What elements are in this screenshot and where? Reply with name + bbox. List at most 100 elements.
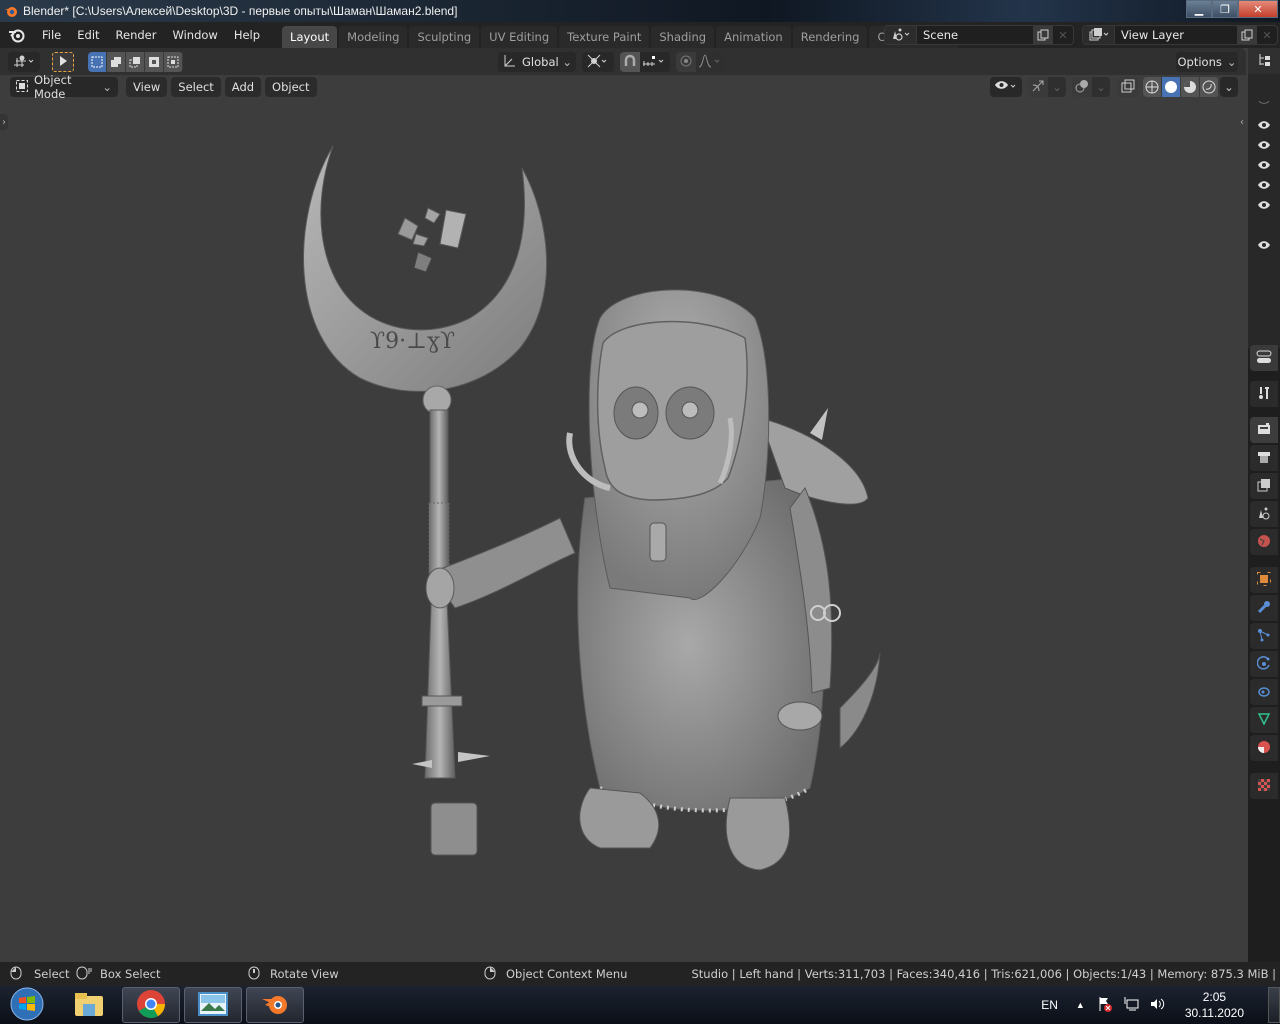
tab-data-properties[interactable] (1250, 707, 1278, 733)
taskbar-photo-viewer[interactable] (184, 987, 242, 1023)
show-desktop-button[interactable] (1268, 987, 1280, 1023)
tab-sculpting[interactable]: Sculpting (409, 26, 480, 48)
shading-wireframe[interactable] (1143, 77, 1162, 97)
tab-constraint-properties[interactable] (1250, 679, 1278, 705)
tab-object-properties[interactable] (1250, 567, 1278, 593)
menu-render[interactable]: Render (108, 28, 165, 42)
tab-rendering[interactable]: Rendering (792, 26, 868, 48)
visibility-toggle-1[interactable] (1248, 116, 1280, 136)
menu-add[interactable]: Add (224, 77, 262, 97)
select-mode-difference[interactable] (145, 52, 164, 72)
restore-button[interactable]: ❐ (1212, 0, 1238, 18)
select-mode-subtract[interactable] (126, 52, 145, 72)
shading-material-preview[interactable] (1181, 77, 1200, 97)
menu-select[interactable]: Select (171, 77, 221, 97)
tab-texture-properties[interactable] (1250, 773, 1278, 799)
view-layer-name-field[interactable]: View Layer (1115, 28, 1237, 42)
object-mode-dropdown[interactable]: Object Mode ⌄ (10, 73, 118, 101)
overlay-toggle[interactable] (1072, 77, 1092, 97)
pivot-point-dropdown[interactable] (582, 52, 614, 72)
window-titlebar: Blender* [C:\Users\Алексей\Desktop\3D - … (0, 0, 1280, 22)
select-mode-intersect[interactable] (164, 52, 183, 72)
3d-viewport[interactable]: ϒ9·⊥ɣϒ Global ⌄ Options ⌄ Object Mode ⌄ … (0, 48, 1246, 962)
xray-toggle[interactable] (1118, 77, 1138, 97)
select-mode-set[interactable] (88, 52, 107, 72)
tab-uv-editing[interactable]: UV Editing (481, 26, 558, 48)
menu-view[interactable]: View (126, 77, 168, 97)
options-dropdown[interactable]: Options ⌄ (1176, 52, 1238, 72)
new-view-layer-button[interactable] (1237, 26, 1257, 44)
taskbar-chrome[interactable] (122, 987, 180, 1023)
language-indicator[interactable]: EN (1041, 998, 1058, 1012)
visibility-dropdown[interactable] (990, 77, 1022, 97)
outliner-narrow: ︶ (1248, 48, 1280, 348)
tab-output-properties[interactable] (1250, 445, 1278, 471)
tab-texture-paint[interactable]: Texture Paint (559, 26, 650, 48)
tab-particle-properties[interactable] (1250, 623, 1278, 649)
new-scene-button[interactable] (1033, 26, 1053, 44)
minimize-button[interactable]: ▁ (1186, 0, 1212, 18)
menu-window[interactable]: Window (164, 28, 225, 42)
tab-tool-properties[interactable] (1250, 381, 1278, 407)
falloff-dropdown[interactable] (696, 52, 726, 72)
visibility-toggle-4[interactable] (1248, 176, 1280, 196)
delete-view-layer-button[interactable]: ✕ (1257, 26, 1277, 44)
volume-icon[interactable] (1149, 996, 1165, 1015)
tab-layout[interactable]: Layout (282, 26, 338, 48)
action-center-icon[interactable] (1097, 996, 1113, 1015)
transform-orientation-dropdown[interactable]: Global ⌄ (498, 52, 576, 72)
blender-menu-icon[interactable] (0, 27, 34, 43)
tab-world-properties[interactable] (1250, 529, 1278, 555)
view-layer-selector: View Layer ✕ (1082, 25, 1278, 45)
scene-name-field[interactable]: Scene (917, 28, 1033, 42)
menu-file[interactable]: File (34, 28, 69, 42)
sidebar-expand-arrow[interactable]: ‹ (1238, 114, 1246, 130)
visibility-toggle-3[interactable] (1248, 156, 1280, 176)
taskbar-explorer[interactable] (60, 987, 118, 1023)
close-button[interactable]: ✕ (1238, 0, 1278, 18)
viewport-menus: View Select Add Object (122, 77, 317, 97)
properties-editor-type-button[interactable] (1250, 345, 1278, 371)
tab-shading[interactable]: Shading (651, 26, 715, 48)
scene-selector: Scene ✕ (884, 25, 1074, 45)
tab-render-properties[interactable] (1250, 417, 1278, 443)
show-hidden-icons[interactable]: ▲ (1076, 1000, 1085, 1010)
overlay-dropdown[interactable]: ⌄ (1092, 77, 1110, 97)
shading-options-dropdown[interactable]: ⌄ (1220, 77, 1238, 97)
tab-animation[interactable]: Animation (716, 26, 791, 48)
tab-material-properties[interactable] (1250, 735, 1278, 761)
collapse-icon[interactable]: ︶ (1248, 96, 1280, 116)
constraint-icon (1257, 684, 1271, 701)
clock[interactable]: 2:05 30.11.2020 (1185, 989, 1244, 1021)
tab-modeling[interactable]: Modeling (339, 26, 408, 48)
select-mode-extend[interactable] (107, 52, 126, 72)
shading-rendered[interactable] (1200, 77, 1219, 97)
editor-type-button[interactable] (8, 52, 40, 72)
object-icon (1257, 571, 1271, 589)
scene-browse-button[interactable] (885, 26, 917, 44)
visibility-toggle-2[interactable] (1248, 136, 1280, 156)
active-tool-button[interactable] (52, 52, 74, 72)
menu-object[interactable]: Object (265, 77, 317, 97)
shading-solid[interactable] (1162, 77, 1181, 97)
snap-toggle[interactable] (620, 52, 640, 72)
snap-element-dropdown[interactable] (640, 52, 670, 72)
visibility-toggle-5[interactable] (1248, 196, 1280, 216)
taskbar-blender[interactable] (246, 987, 304, 1023)
menu-help[interactable]: Help (226, 28, 268, 42)
proportional-edit-toggle[interactable] (676, 52, 696, 72)
toolbar-expand-arrow[interactable]: › (0, 114, 8, 130)
menu-edit[interactable]: Edit (69, 28, 107, 42)
delete-scene-button[interactable]: ✕ (1053, 26, 1073, 44)
tab-modifier-properties[interactable] (1250, 595, 1278, 621)
visibility-toggle-6[interactable] (1248, 236, 1280, 256)
network-icon[interactable] (1123, 996, 1139, 1015)
outliner-editor-type-button[interactable] (1248, 48, 1280, 74)
view-layer-browse-button[interactable] (1083, 26, 1115, 44)
tab-view-layer-properties[interactable] (1250, 473, 1278, 499)
start-button[interactable] (8, 987, 46, 1023)
gizmo-dropdown[interactable]: ⌄ (1048, 77, 1066, 97)
tab-scene-properties[interactable] (1250, 501, 1278, 527)
tab-physics-properties[interactable] (1250, 651, 1278, 677)
gizmo-toggle[interactable] (1028, 77, 1048, 97)
